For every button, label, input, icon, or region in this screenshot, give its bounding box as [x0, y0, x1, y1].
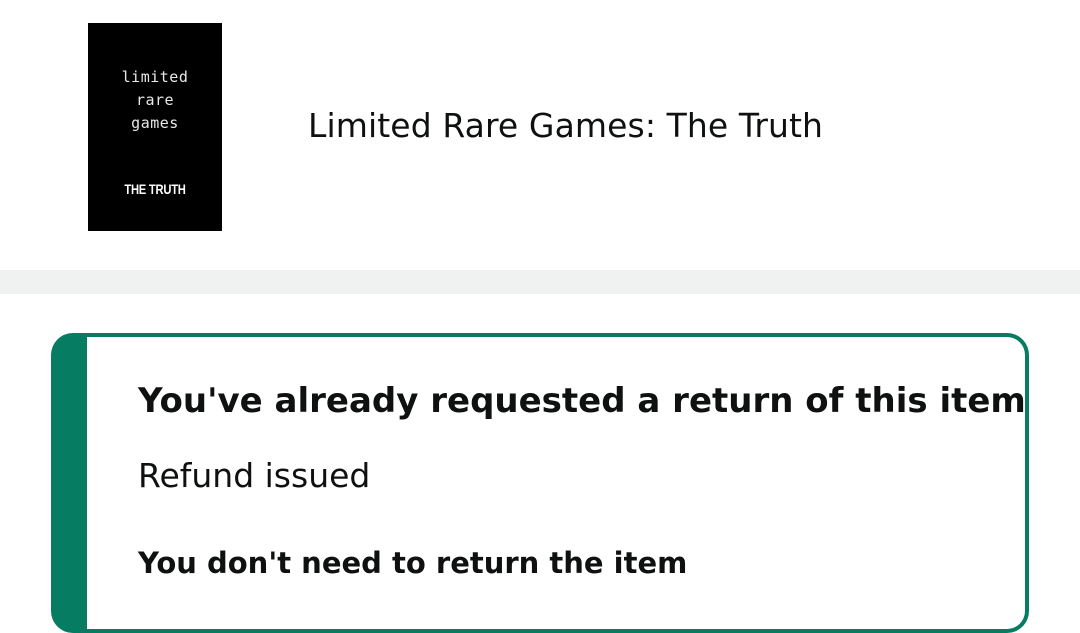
product-title[interactable]: Limited Rare Games: The Truth [308, 106, 823, 145]
cover-title-line: limited [121, 68, 189, 86]
cover-title-line: games [131, 114, 179, 132]
cover-title-block: limited rare games [88, 66, 222, 135]
product-cover-image[interactable]: limited rare games THE TRUTH [88, 23, 222, 231]
alert-heading: You've already requested a return of thi… [138, 381, 1026, 421]
cover-subtitle: THE TRUTH [124, 181, 186, 197]
section-divider [0, 270, 1080, 294]
return-note: You don't need to return the item [138, 546, 688, 580]
product-header: limited rare games THE TRUTH Limited Rar… [0, 0, 1080, 270]
refund-status-text: Refund issued [138, 456, 371, 495]
cover-title-line: rare [135, 91, 175, 109]
